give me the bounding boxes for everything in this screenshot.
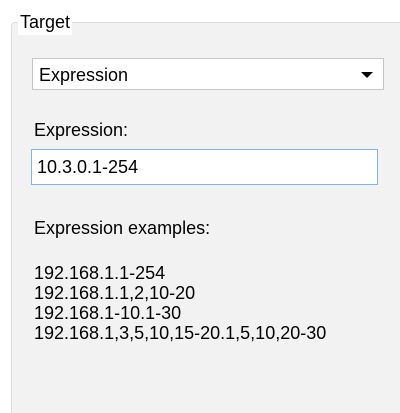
target-type-select[interactable]: Expression xyxy=(32,58,384,90)
expression-example-item: 192.168.1,3,5,10,15-20.1,5,10,20-30 xyxy=(34,323,327,343)
chevron-down-icon[interactable] xyxy=(361,72,373,78)
expression-examples-title: Expression examples: xyxy=(34,218,211,238)
target-group-title: Target xyxy=(18,9,73,35)
expression-example-item: 192.168.1-10.1-30 xyxy=(34,303,182,323)
expression-example-item: 192.168.1.1,2,10-20 xyxy=(34,283,196,303)
expression-input[interactable] xyxy=(31,149,378,185)
expression-label: Expression: xyxy=(34,120,129,140)
expression-example-item: 192.168.1.1-254 xyxy=(34,263,166,283)
target-panel: Target Expression Expression: Expression… xyxy=(0,0,400,413)
expression-examples-list: 192.168.1.1-254 192.168.1.1,2,10-20 192.… xyxy=(34,263,326,343)
target-type-selected-value: Expression xyxy=(39,65,129,85)
